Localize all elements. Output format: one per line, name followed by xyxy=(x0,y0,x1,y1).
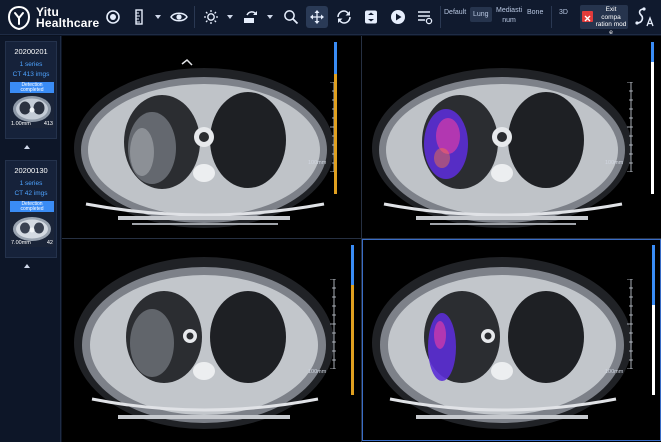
slice-count: 42 xyxy=(46,240,53,246)
preset-mediastinum[interactable]: Mediasti num xyxy=(496,6,522,26)
toolbar-separator xyxy=(551,6,552,28)
slice-thickness: 7.00mm xyxy=(11,240,31,246)
badge-line2: completed xyxy=(20,206,44,212)
series-image-count: CT 42 imgs xyxy=(14,190,48,197)
thumbnail-meta: 1.00mm 413 xyxy=(11,121,53,127)
viewport-divider-vertical[interactable] xyxy=(361,36,362,442)
series-thumbnail[interactable]: Detection completed 7.00mm 42 xyxy=(10,201,54,247)
exit-label-line1: Exit compa xyxy=(601,6,621,21)
stack-tool-button[interactable] xyxy=(360,6,382,28)
measure-tool-button[interactable] xyxy=(128,6,150,28)
preset-default[interactable]: Default xyxy=(444,9,466,16)
rotate-tool-button[interactable] xyxy=(240,6,262,28)
scale-label: 100mm xyxy=(308,160,327,166)
slice-position-bar[interactable] xyxy=(652,245,655,395)
yitu-logo-icon xyxy=(7,5,31,31)
viewport-top-left[interactable]: 100mm xyxy=(62,36,361,238)
refresh-icon xyxy=(337,10,351,24)
detection-badge: Detection completed xyxy=(10,201,54,212)
slice-count: 413 xyxy=(43,121,53,127)
viewport-bottom-right[interactable]: 100mm xyxy=(362,239,661,441)
ct-slice-image xyxy=(74,257,334,429)
display-settings-button[interactable] xyxy=(414,6,436,28)
list-settings-icon xyxy=(418,11,433,25)
slice-position-bar[interactable] xyxy=(334,42,337,194)
close-icon xyxy=(582,11,593,22)
series-count: 1 series xyxy=(19,180,43,187)
rotate-icon xyxy=(244,11,257,23)
logo-text: Yitu Healthcare xyxy=(36,6,100,30)
detection-badge: Detection completed xyxy=(10,82,54,93)
viewport-bottom-left[interactable]: 100mm xyxy=(62,239,361,441)
scale-label: 100mm xyxy=(605,369,624,375)
viewport-top-right[interactable]: 100mm xyxy=(362,36,661,238)
stack-icon xyxy=(365,10,377,24)
record-tool-button[interactable] xyxy=(102,6,124,28)
ct-slice-image xyxy=(372,68,632,228)
series-card[interactable]: 20200130 1 series CT 42 imgs Detection c… xyxy=(5,160,57,258)
viewport-divider-horizontal[interactable] xyxy=(62,238,661,239)
chevron-up-icon xyxy=(24,144,30,149)
scale-label: 100mm xyxy=(605,160,624,166)
ct-slice-image xyxy=(74,58,334,228)
preset-mediastinum-line2: num xyxy=(502,17,516,24)
brightness-icon xyxy=(204,10,218,24)
pan-tool-button[interactable] xyxy=(306,6,328,28)
scale-label: 100mm xyxy=(308,369,327,375)
ai-assistant-icon[interactable] xyxy=(632,6,656,28)
exit-comparison-label: Exit compa ration mod e xyxy=(595,6,627,36)
ct-slice-image xyxy=(372,257,632,429)
collapse-series-button[interactable] xyxy=(20,142,34,151)
slice-position-bar[interactable] xyxy=(351,245,354,395)
eye-icon xyxy=(170,12,188,22)
top-toolbar: Yitu Healthcare Default Lung Mediasti nu… xyxy=(0,0,661,36)
record-icon xyxy=(106,10,120,24)
reset-tool-button[interactable] xyxy=(333,6,355,28)
exit-comparison-button[interactable]: Exit compa ration mod e xyxy=(580,5,628,36)
scale-ruler xyxy=(330,279,336,369)
preset-lung[interactable]: Lung xyxy=(470,7,492,22)
preset-mediastinum-line1: Mediasti xyxy=(496,7,523,14)
toolbar-separator xyxy=(194,6,195,28)
chevron-down-icon[interactable] xyxy=(266,13,274,21)
chevron-down-icon[interactable] xyxy=(154,13,162,21)
series-sidebar: 20200201 1 series CT 413 imgs Detection … xyxy=(0,36,61,442)
zoom-tool-button[interactable] xyxy=(280,6,302,28)
series-date: 20200130 xyxy=(14,166,48,175)
series-thumbnail[interactable]: Detection completed 1.00mm 413 xyxy=(10,82,54,128)
preset-bone[interactable]: Bone xyxy=(527,9,543,16)
series-image-count: CT 413 imgs xyxy=(12,71,50,78)
play-icon xyxy=(391,10,405,24)
pan-icon xyxy=(310,10,324,24)
image-viewer-grid: 100mm 100mm 100mm 100mm xyxy=(62,36,661,442)
scale-ruler xyxy=(627,279,633,369)
visibility-tool-button[interactable] xyxy=(168,6,190,28)
view-3d-button[interactable]: 3D xyxy=(559,9,568,16)
ruler-icon xyxy=(135,9,143,25)
exit-label-line2: ration mod xyxy=(595,21,627,28)
exit-label-line3: e xyxy=(609,28,613,36)
logo-line2: Healthcare xyxy=(36,16,100,30)
slice-position-bar[interactable] xyxy=(651,42,654,194)
cine-play-button[interactable] xyxy=(387,6,409,28)
badge-line2: completed xyxy=(20,87,44,93)
chevron-down-icon[interactable] xyxy=(226,13,234,21)
window-level-tool-button[interactable] xyxy=(200,6,222,28)
series-count: 1 series xyxy=(19,61,43,68)
toolbar-separator xyxy=(440,6,441,28)
chevron-up-icon xyxy=(24,263,30,268)
thumbnail-meta: 7.00mm 42 xyxy=(11,240,53,246)
series-date: 20200201 xyxy=(14,47,48,56)
collapse-series-button[interactable] xyxy=(20,261,34,270)
scale-ruler xyxy=(627,82,633,172)
slice-thickness: 1.00mm xyxy=(11,121,31,127)
series-card[interactable]: 20200201 1 series CT 413 imgs Detection … xyxy=(5,41,57,139)
zoom-icon xyxy=(284,10,299,25)
